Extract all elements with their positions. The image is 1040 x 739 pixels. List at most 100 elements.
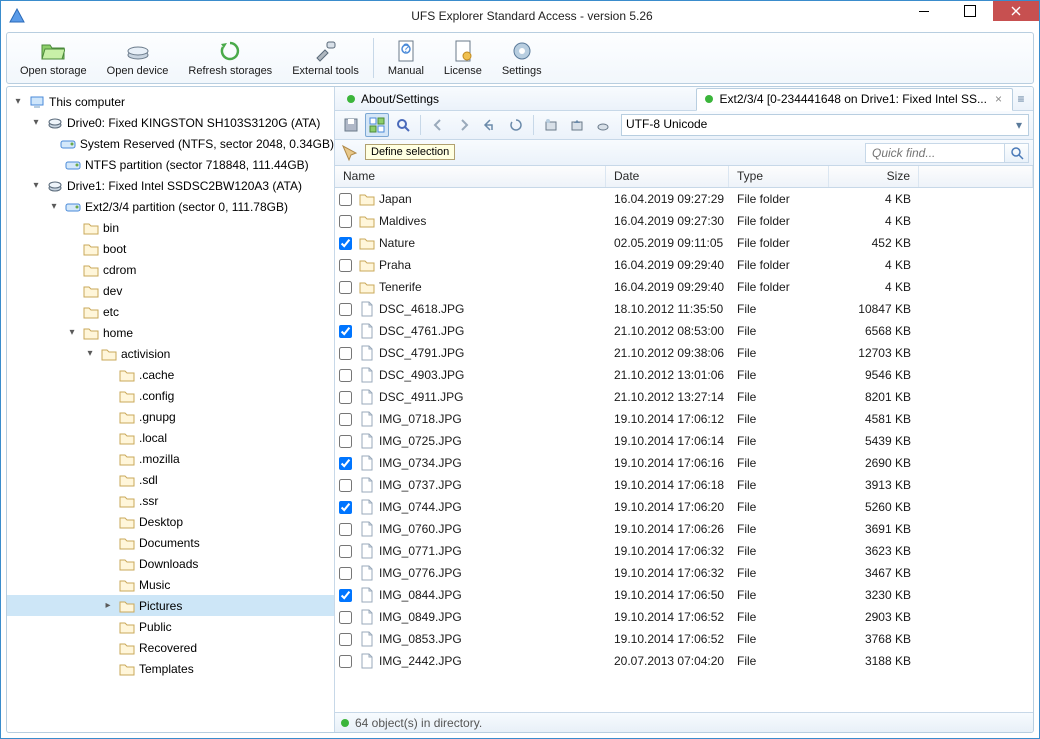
selection-tool-icon[interactable] [339,142,361,164]
row-checkbox[interactable] [339,413,352,426]
tree-toggle-icon[interactable] [101,620,115,634]
define-selection-button[interactable] [365,113,389,137]
tree-toggle-icon[interactable] [101,431,115,445]
col-type-header[interactable]: Type [729,166,829,187]
tree-toggle-icon[interactable]: ▾ [47,200,61,214]
row-checkbox[interactable] [339,479,352,492]
save-icon-button[interactable] [339,113,363,137]
refresh-folder-button[interactable] [504,113,528,137]
tree-toggle-icon[interactable] [101,494,115,508]
file-row[interactable]: IMG_0737.JPG19.10.2014 17:06:18File3913 … [335,474,1033,496]
tree-toggle-icon[interactable] [47,137,56,151]
row-checkbox[interactable] [339,435,352,448]
file-grid[interactable]: Name Date Type Size Japan16.04.2019 09:2… [335,166,1033,712]
row-checkbox[interactable] [339,193,352,206]
file-row[interactable]: DSC_4911.JPG21.10.2012 13:27:14File8201 … [335,386,1033,408]
open-device-button[interactable]: Open device [98,35,178,81]
external-tools-button[interactable]: External tools [283,35,368,81]
col-name-header[interactable]: Name [335,166,606,187]
file-row[interactable]: IMG_0771.JPG19.10.2014 17:06:32File3623 … [335,540,1033,562]
tree-node[interactable]: ▸Pictures [7,595,334,616]
tree-toggle-icon[interactable] [101,662,115,676]
tree-node[interactable]: ▾home [7,322,334,343]
tree-toggle-icon[interactable] [47,158,61,172]
tree-toggle-icon[interactable]: ▾ [11,95,25,109]
row-checkbox[interactable] [339,567,352,580]
tree-toggle-icon[interactable]: ▾ [83,347,97,361]
license-button[interactable]: License [435,35,491,81]
col-date-header[interactable]: Date [606,166,729,187]
tree-toggle-icon[interactable] [101,515,115,529]
row-checkbox[interactable] [339,611,352,624]
tree-toggle-icon[interactable]: ▾ [29,116,43,130]
file-row[interactable]: DSC_4903.JPG21.10.2012 13:01:06File9546 … [335,364,1033,386]
tree-toggle-icon[interactable]: ▾ [29,179,43,193]
tree-node[interactable]: ▾This computer [7,91,334,112]
file-row[interactable]: Tenerife16.04.2019 09:29:40File folder4 … [335,276,1033,298]
tree-node[interactable]: Templates [7,658,334,679]
tree-toggle-icon[interactable] [101,410,115,424]
col-size-header[interactable]: Size [829,166,919,187]
file-row[interactable]: DSC_4761.JPG21.10.2012 08:53:00File6568 … [335,320,1033,342]
settings-button[interactable]: Settings [493,35,551,81]
tree-node[interactable]: Public [7,616,334,637]
file-row[interactable]: IMG_0776.JPG19.10.2014 17:06:32File3467 … [335,562,1033,584]
tree-toggle-icon[interactable] [65,242,79,256]
tree-node[interactable]: .cache [7,364,334,385]
row-checkbox[interactable] [339,391,352,404]
tree-node[interactable]: dev [7,280,334,301]
file-row[interactable]: Maldives16.04.2019 09:27:30File folder4 … [335,210,1033,232]
tree-toggle-icon[interactable] [101,473,115,487]
refresh-button[interactable]: Refresh storages [179,35,281,81]
tree-node[interactable]: .mozilla [7,448,334,469]
file-row[interactable]: IMG_0734.JPG19.10.2014 17:06:16File2690 … [335,452,1033,474]
row-checkbox[interactable] [339,259,352,272]
tree-node[interactable]: Desktop [7,511,334,532]
row-checkbox[interactable] [339,237,352,250]
row-checkbox[interactable] [339,215,352,228]
action2-button[interactable] [565,113,589,137]
row-checkbox[interactable] [339,369,352,382]
file-row[interactable]: IMG_2442.JPG20.07.2013 07:04:20File3188 … [335,650,1033,672]
tree-node[interactable]: System Reserved (NTFS, sector 2048, 0.34… [7,133,334,154]
tab-close-button[interactable]: × [993,92,1004,106]
row-checkbox[interactable] [339,655,352,668]
tree-node[interactable]: ▾Drive1: Fixed Intel SSDSC2BW120A3 (ATA) [7,175,334,196]
nav-back-button[interactable] [426,113,450,137]
tree-toggle-icon[interactable] [101,368,115,382]
tree-node[interactable]: Music [7,574,334,595]
tab-about-settings[interactable]: About/Settings [339,87,447,110]
tree-node[interactable]: .local [7,427,334,448]
file-row[interactable]: IMG_0725.JPG19.10.2014 17:06:14File5439 … [335,430,1033,452]
file-row[interactable]: DSC_4791.JPG21.10.2012 09:38:06File12703… [335,342,1033,364]
find-button[interactable] [391,113,415,137]
file-row[interactable]: IMG_0853.JPG19.10.2014 17:06:52File3768 … [335,628,1033,650]
file-row[interactable]: IMG_0718.JPG19.10.2014 17:06:12File4581 … [335,408,1033,430]
action1-button[interactable] [539,113,563,137]
file-row[interactable]: Nature02.05.2019 09:11:05File folder452 … [335,232,1033,254]
tree-toggle-icon[interactable] [101,557,115,571]
tree-toggle-icon[interactable] [101,641,115,655]
row-checkbox[interactable] [339,325,352,338]
tree-node[interactable]: cdrom [7,259,334,280]
tree-toggle-icon[interactable] [65,284,79,298]
nav-up-button[interactable] [478,113,502,137]
file-row[interactable]: IMG_0849.JPG19.10.2014 17:06:52File2903 … [335,606,1033,628]
file-row[interactable]: IMG_0760.JPG19.10.2014 17:06:26File3691 … [335,518,1033,540]
tree-toggle-icon[interactable] [101,536,115,550]
storage-tree[interactable]: ▾This computer▾Drive0: Fixed KINGSTON SH… [7,87,335,732]
tree-toggle-icon[interactable] [101,452,115,466]
file-row[interactable]: Japan16.04.2019 09:27:29File folder4 KB [335,188,1033,210]
tree-node[interactable]: boot [7,238,334,259]
row-checkbox[interactable] [339,303,352,316]
row-checkbox[interactable] [339,633,352,646]
tree-toggle-icon[interactable] [101,578,115,592]
file-row[interactable]: DSC_4618.JPG18.10.2012 11:35:50File10847… [335,298,1033,320]
tree-node[interactable]: etc [7,301,334,322]
tree-toggle-icon[interactable] [65,221,79,235]
file-row[interactable]: IMG_0744.JPG19.10.2014 17:06:20File5260 … [335,496,1033,518]
tree-node[interactable]: .gnupg [7,406,334,427]
tree-toggle-icon[interactable]: ▸ [101,599,115,613]
tree-node[interactable]: ▾Ext2/3/4 partition (sector 0, 111.78GB) [7,196,334,217]
row-checkbox[interactable] [339,545,352,558]
